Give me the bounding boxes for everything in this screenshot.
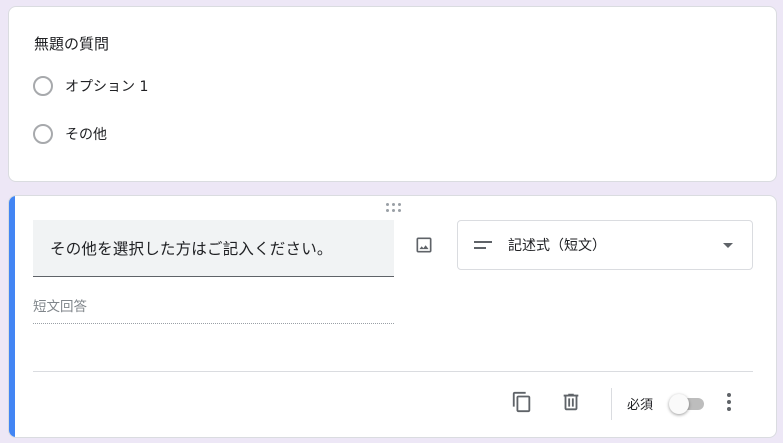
question-type-dropdown[interactable]: 記述式（短文） bbox=[457, 220, 753, 270]
required-toggle[interactable] bbox=[669, 394, 705, 414]
radio-button[interactable] bbox=[33, 124, 53, 144]
image-icon bbox=[416, 237, 432, 253]
delete-button[interactable] bbox=[559, 390, 583, 414]
more-vert-icon bbox=[727, 393, 731, 397]
footer-divider bbox=[33, 371, 753, 372]
question-title[interactable]: 無題の質問 bbox=[34, 33, 109, 54]
option-label[interactable]: オプション 1 bbox=[65, 76, 148, 96]
toggle-thumb[interactable] bbox=[669, 394, 689, 414]
question-text-input[interactable]: その他を選択した方はご記入ください。 bbox=[33, 220, 394, 277]
chevron-down-icon bbox=[723, 243, 733, 248]
trash-icon bbox=[563, 393, 579, 411]
active-card-indicator bbox=[9, 196, 15, 437]
more-options-button[interactable] bbox=[717, 390, 741, 414]
short-answer-placeholder: 短文回答 bbox=[33, 295, 394, 324]
option-label: その他 bbox=[65, 127, 107, 143]
drag-handle-icon[interactable] bbox=[386, 203, 402, 213]
short-answer-icon bbox=[474, 239, 492, 251]
duplicate-button[interactable] bbox=[510, 390, 534, 414]
question-card-1[interactable]: 無題の質問 オプション 1 その他 bbox=[8, 6, 777, 182]
add-image-button[interactable] bbox=[412, 233, 436, 257]
question-type-label: 記述式（短文） bbox=[508, 238, 606, 254]
radio-button[interactable] bbox=[33, 76, 53, 96]
required-label: 必須 bbox=[627, 398, 654, 413]
option-row-other[interactable]: その他 bbox=[33, 124, 107, 144]
question-card-2[interactable]: その他を選択した方はご記入ください。 記述式（短文） 短文回答 必須 bbox=[8, 195, 777, 438]
option-row-1[interactable]: オプション 1 bbox=[33, 76, 148, 96]
footer-separator bbox=[611, 388, 612, 420]
content-copy-icon bbox=[512, 391, 531, 413]
